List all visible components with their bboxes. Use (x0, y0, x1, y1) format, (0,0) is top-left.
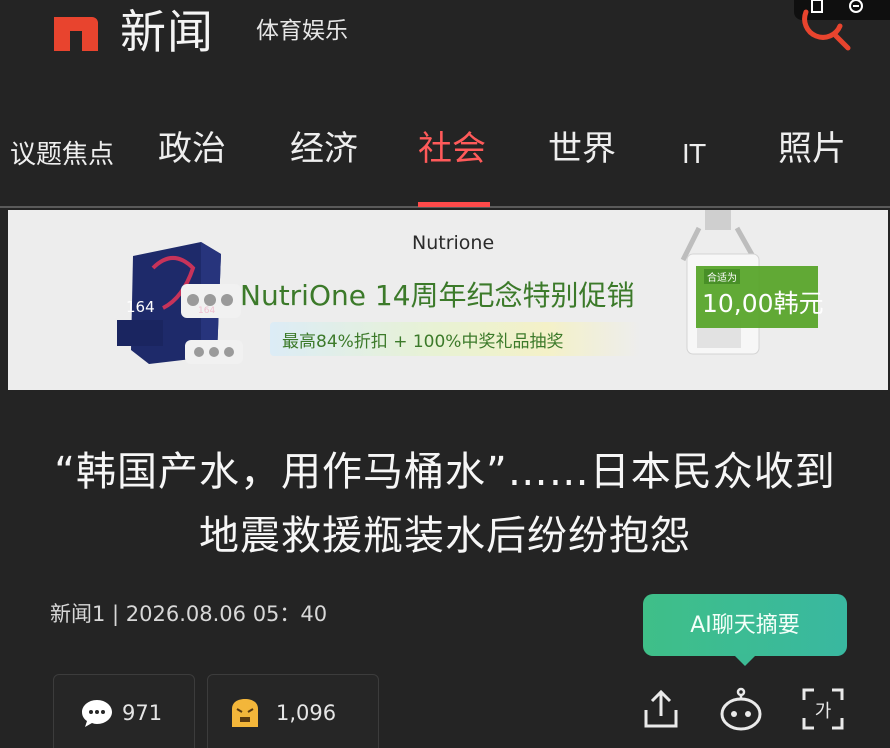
tab-society[interactable]: 社会 (418, 126, 486, 172)
box-label-small: 164 (198, 306, 216, 316)
reaction-button[interactable]: 1,096 (207, 674, 379, 748)
ai-chat-summary-button[interactable]: AI聊天摘要 (643, 594, 847, 666)
section-link-sports-entertainment[interactable]: 体育娱乐 (256, 16, 348, 46)
ad-offer-text: 最高84%折扣 + 100%中奖礼品抽奖 (282, 332, 564, 352)
search-icon[interactable] (798, 6, 854, 52)
app-title[interactable]: 新闻 (120, 6, 214, 58)
comment-icon (82, 700, 112, 727)
tab-politics[interactable]: 政治 (158, 126, 226, 172)
tab-economy[interactable]: 经济 (290, 126, 358, 172)
share-icon[interactable] (638, 686, 684, 732)
ad-banner[interactable]: 164 164 Nutrione NutriOne 14周年纪念特别促销 最高8… (8, 210, 888, 390)
svg-text:가: 가 (815, 701, 832, 722)
article-headline: “韩国产水，用作马桶水”……日本民众收到地震救援瓶装水后纷纷抱怨 (54, 449, 836, 559)
tab-world[interactable]: 世界 (548, 126, 616, 172)
angry-reaction-icon (232, 699, 258, 727)
ad-brand-name: Nutrione (412, 232, 495, 254)
ad-price-box: 合适为 10,00韩元 (696, 266, 824, 328)
comment-count: 971 (122, 701, 163, 725)
tab-issues[interactable]: 议题焦点 (10, 132, 114, 178)
comment-button[interactable]: 971 (53, 674, 195, 748)
tab-it[interactable]: IT (682, 132, 706, 178)
news-app-screen: 新闻 体育娱乐 议题焦点 政治 经济 社会 世界 IT 照片 164 164 N… (0, 0, 890, 748)
font-size-icon[interactable]: 가 (800, 686, 846, 732)
category-nav: 议题焦点 政治 经济 社会 世界 IT 照片 (0, 118, 890, 208)
news-logo-icon[interactable] (52, 13, 100, 51)
article-meta: 新闻1 | 2026.08.06 05：40 (50, 602, 328, 626)
reaction-count: 1,096 (276, 701, 337, 725)
ai-chat-summary-label: AI聊天摘要 (690, 613, 800, 638)
ad-price-tag: 合适为 (704, 269, 740, 284)
box-label: 164 (126, 298, 155, 316)
ad-offer-strip: 最高84%折扣 + 100%中奖礼品抽奖 (270, 322, 640, 356)
tab-photos[interactable]: 照片 (778, 126, 846, 172)
active-tab-indicator (418, 202, 490, 207)
ai-bot-icon[interactable] (718, 686, 764, 732)
ad-price: 10,00韩元 (702, 289, 824, 318)
ad-headline: NutriOne 14周年纪念特别促销 (240, 279, 635, 312)
